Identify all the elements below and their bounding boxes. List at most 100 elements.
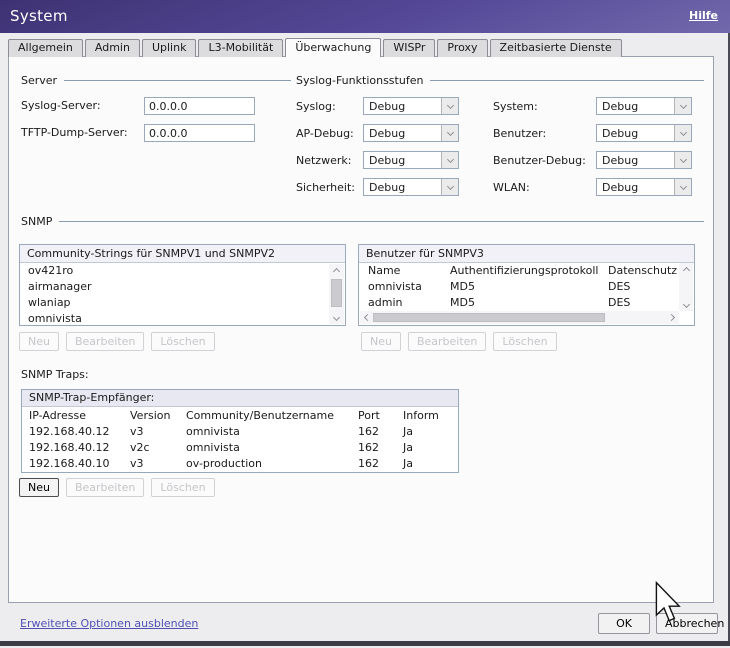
sicherheit-label: Sicherheit: [296, 181, 355, 194]
syslog-legend-label: Syslog-Funktionsstufen [296, 74, 423, 87]
snmp-traps-label: SNMP Traps: [21, 368, 89, 381]
delete-button[interactable]: Löschen [151, 332, 214, 351]
table-row[interactable]: 192.168.40.12 v2c omnivista 162 Ja [22, 440, 458, 456]
syslog-level-label: Syslog: [296, 100, 336, 113]
cell-ip: 192.168.40.12 [29, 424, 109, 440]
chevron-down-icon[interactable] [674, 125, 691, 141]
tftp-dump-server-input[interactable] [144, 124, 255, 142]
scroll-up-icon[interactable] [329, 264, 344, 276]
snmp-legend-label: SNMP [21, 215, 52, 228]
list-item[interactable]: wlaniap [20, 295, 345, 311]
snmp-section-legend: SNMP [21, 215, 704, 228]
vertical-scrollbar[interactable] [329, 264, 344, 324]
list-item[interactable]: omnivista [20, 311, 345, 327]
scroll-left-icon[interactable] [360, 311, 373, 324]
chevron-down-icon[interactable] [441, 179, 458, 195]
combo-value: Debug [597, 125, 674, 141]
snmpv3-buttons: Neu Bearbeiten Löschen [361, 332, 557, 351]
benutzer-label: Benutzer: [493, 127, 546, 140]
content-panel: Server Syslog-Server: TFTP-Dump-Server: … [8, 56, 714, 603]
cell-inform: Ja [403, 456, 413, 472]
sicherheit-select[interactable]: Debug [363, 178, 459, 196]
ok-button[interactable]: OK [598, 613, 650, 634]
edit-button[interactable]: Bearbeiten [66, 332, 144, 351]
snmpv3-listbox-title: Benutzer für SNMPV3 [359, 245, 694, 263]
benutzer-select[interactable]: Debug [596, 124, 692, 142]
cell-port: 162 [358, 440, 379, 456]
snmpv3-header-row: Name Authentifizierungsprotokoll Datensc… [359, 263, 694, 279]
scroll-right-icon[interactable] [666, 311, 679, 324]
new-button[interactable]: Neu [19, 332, 59, 351]
column-header: Port [358, 407, 380, 424]
combo-value: Debug [364, 125, 441, 141]
list-item[interactable]: airmanager [20, 279, 345, 295]
table-row[interactable]: admin MD5 DES [359, 295, 694, 311]
new-button[interactable]: Neu [19, 478, 59, 497]
advanced-options-toggle-link[interactable]: Erweiterte Optionen ausblenden [20, 617, 198, 630]
syslog-level-select[interactable]: Debug [363, 97, 459, 115]
combo-value: Debug [364, 98, 441, 114]
column-header: Community/Benutzername [186, 407, 334, 424]
chevron-down-icon[interactable] [441, 152, 458, 168]
cell-port: 162 [358, 456, 379, 472]
cell-privacy: DES [608, 295, 630, 311]
table-row[interactable]: omnivista MD5 DES [359, 279, 694, 295]
table-row[interactable]: 192.168.40.12 v3 omnivista 162 Ja [22, 424, 458, 440]
tftp-dump-server-label: TFTP-Dump-Server: [21, 126, 128, 139]
edit-button[interactable]: Bearbeiten [66, 478, 144, 497]
chevron-down-icon[interactable] [674, 152, 691, 168]
divider [64, 80, 291, 81]
cell-name: omnivista [368, 279, 422, 295]
snmp-trap-table: SNMP-Trap-Empfänger: IP-Adresse Version … [21, 389, 459, 473]
chevron-down-icon[interactable] [441, 98, 458, 114]
scrollbar-thumb[interactable] [373, 313, 605, 322]
community-buttons: Neu Bearbeiten Löschen [19, 332, 215, 351]
cell-auth: MD5 [450, 295, 475, 311]
chevron-down-icon[interactable] [441, 125, 458, 141]
tab-proxy[interactable]: Proxy [437, 39, 487, 57]
tab-ueberwachung[interactable]: Überwachung [285, 38, 381, 57]
titlebar: System Hilfe [0, 0, 730, 33]
scroll-down-icon[interactable] [679, 299, 694, 311]
help-link[interactable]: Hilfe [689, 9, 718, 22]
scrollbar-thumb[interactable] [331, 279, 342, 307]
cell-version: v3 [130, 456, 144, 472]
combo-value: Debug [364, 152, 441, 168]
scroll-up-icon[interactable] [679, 263, 694, 275]
table-row[interactable]: 192.168.40.10 v3 ov-production 162 Ja [22, 456, 458, 472]
horizontal-scrollbar[interactable] [360, 311, 679, 324]
list-item[interactable]: ov421ro [20, 263, 345, 279]
community-listbox-title: Community-Strings für SNMPV1 und SNMPV2 [20, 245, 345, 263]
delete-button[interactable]: Löschen [493, 332, 556, 351]
chevron-down-icon[interactable] [674, 179, 691, 195]
cell-name: admin [368, 295, 402, 311]
cancel-button[interactable]: Abbrechen [656, 613, 718, 634]
benutzer-debug-select[interactable]: Debug [596, 151, 692, 169]
cell-inform: Ja [403, 424, 413, 440]
cell-port: 162 [358, 424, 379, 440]
vertical-scrollbar[interactable] [679, 263, 693, 311]
tab-allgemein[interactable]: Allgemein [8, 39, 83, 57]
tab-zeitbasierte-dienste[interactable]: Zeitbasierte Dienste [490, 39, 622, 57]
wlan-label: WLAN: [493, 181, 530, 194]
scroll-down-icon[interactable] [329, 312, 344, 324]
edit-button[interactable]: Bearbeiten [408, 332, 486, 351]
system-level-select[interactable]: Debug [596, 97, 692, 115]
tab-wispr[interactable]: WISPr [383, 39, 435, 57]
new-button[interactable]: Neu [361, 332, 401, 351]
syslog-server-label: Syslog-Server: [21, 99, 101, 112]
tab-admin[interactable]: Admin [85, 39, 140, 57]
page-title: System [10, 7, 68, 25]
ap-debug-select[interactable]: Debug [363, 124, 459, 142]
netzwerk-select[interactable]: Debug [363, 151, 459, 169]
tab-uplink[interactable]: Uplink [142, 39, 197, 57]
system-level-label: System: [493, 100, 538, 113]
divider [430, 80, 704, 81]
tab-l3-mobilitaet[interactable]: L3-Mobilität [198, 39, 283, 57]
wlan-select[interactable]: Debug [596, 178, 692, 196]
divider [59, 221, 704, 222]
delete-button[interactable]: Löschen [151, 478, 214, 497]
chevron-down-icon[interactable] [674, 98, 691, 114]
tab-bar: Allgemein Admin Uplink L3-Mobilität Über… [8, 38, 624, 57]
syslog-server-input[interactable] [144, 97, 255, 115]
